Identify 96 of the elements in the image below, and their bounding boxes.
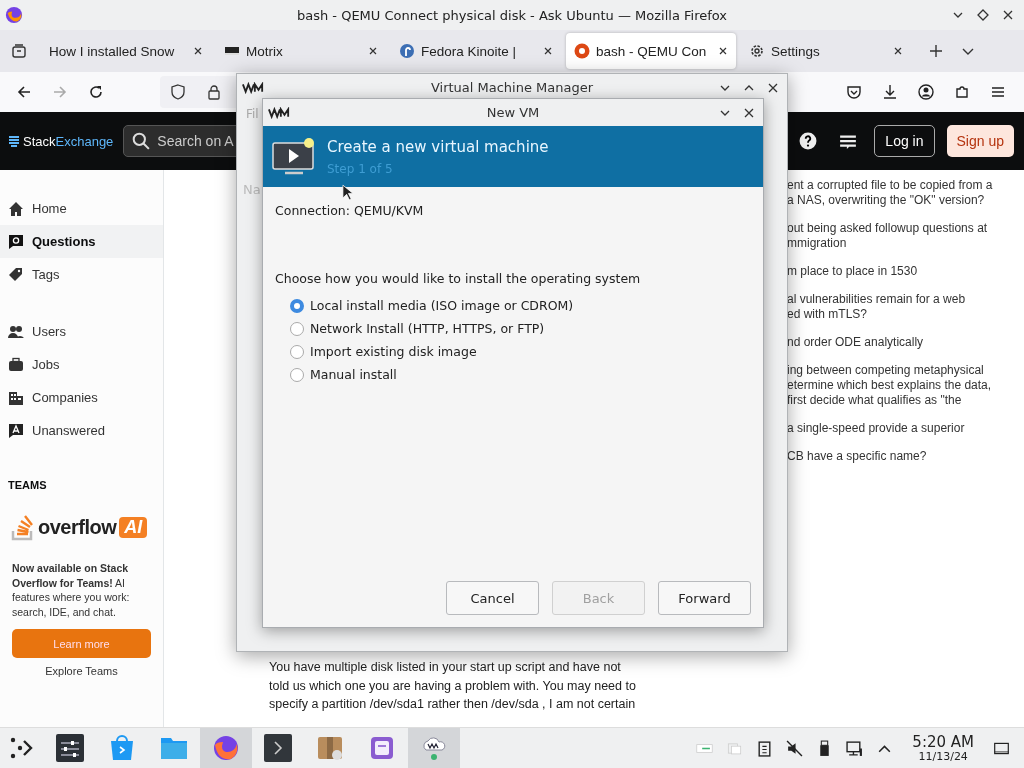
close-icon[interactable] (1002, 9, 1014, 21)
close-tab-icon[interactable] (368, 46, 378, 56)
vm-icon (420, 734, 448, 762)
hot-question-link[interactable]: ent a corrupted file to be copied from a a NAS, overwriting the "OK" version? (787, 178, 1012, 208)
browser-icon (212, 734, 240, 762)
briefcase-icon (8, 356, 24, 373)
hot-question-link[interactable]: al vulnerabilities remain for a web ed with mTLS? (787, 292, 1012, 322)
inbox-icon[interactable] (839, 132, 858, 150)
maximize-icon[interactable] (977, 9, 989, 21)
shield-icon[interactable] (170, 84, 186, 100)
sliders-icon (56, 734, 84, 762)
menu-icon[interactable] (990, 84, 1006, 100)
close-icon[interactable] (743, 106, 755, 119)
browser-tab[interactable]: bash - QEMU Con (566, 33, 736, 69)
dialog-button[interactable]: Forward (658, 581, 751, 615)
store-icon (108, 734, 136, 762)
ai-badge: AI (119, 516, 148, 538)
browser-tab[interactable]: Fedora Kinoite | (391, 33, 561, 69)
radio-option[interactable]: Manual install (290, 367, 397, 382)
pocket-icon[interactable] (846, 84, 862, 100)
back-icon[interactable] (16, 84, 32, 100)
browser-tab[interactable]: Motrix (216, 33, 386, 69)
package-icon (316, 734, 344, 762)
dialog-heading: Create a new virtual machine (327, 137, 549, 156)
stack-icon (8, 135, 20, 147)
settings-icon (749, 43, 765, 59)
dialog-button[interactable]: Cancel (446, 581, 539, 615)
vm-logo-icon (268, 106, 290, 119)
site-logo[interactable]: StackExchange (8, 133, 114, 149)
promo-text: Now available on Stack Overflow for Teams! AI features where you work: search, IDE, and chat. (12, 561, 131, 619)
hot-question-link[interactable]: m place to place in 1530 (787, 264, 1012, 279)
sidebar-item[interactable]: Tags (0, 258, 163, 291)
sidebar-item[interactable]: Jobs (0, 348, 163, 381)
dialog-title: New VM (486, 105, 540, 120)
answer-text: You have multiple disk listed in your start up script and have not told us which one you are having a problem with. You may need to specify a partition /dev/sda1 rather then /dev/sda , I am not certain (269, 659, 636, 713)
answer-icon (8, 422, 24, 439)
close-tab-icon[interactable] (193, 46, 203, 56)
home-icon (8, 200, 24, 217)
hot-question-link[interactable]: a single-speed provide a superior (787, 421, 1012, 436)
radio-button[interactable] (290, 367, 304, 382)
close-tab-icon[interactable] (893, 46, 903, 56)
account-icon[interactable] (918, 84, 934, 100)
download-icon[interactable] (882, 84, 898, 100)
monitor-play-icon (271, 136, 317, 177)
login-button[interactable]: Log in (874, 125, 935, 157)
close-tab-icon[interactable] (543, 46, 553, 56)
network-icon[interactable] (846, 739, 864, 757)
tab-list-icon[interactable] (11, 43, 27, 59)
browser-icon (5, 6, 23, 24)
questions-icon (8, 233, 24, 250)
tag-icon (8, 266, 24, 283)
stack-overflow-logo-icon (11, 513, 35, 541)
search-icon (132, 132, 151, 150)
radio-button[interactable] (290, 344, 304, 359)
sidebar-item[interactable]: Users (0, 315, 163, 348)
install-prompt: Choose how you would like to install the operating system (275, 271, 641, 286)
connection-label: Connection: QEMU/KVM (275, 203, 424, 218)
clock-date: 11/13/24 (918, 749, 968, 763)
radio-button[interactable] (290, 298, 304, 313)
lock-icon[interactable] (206, 84, 222, 100)
clipboard-icon[interactable] (756, 739, 774, 757)
users-icon (8, 323, 24, 340)
section-heading: TEAMS (8, 479, 48, 491)
explore-teams-link[interactable]: Explore Teams (45, 665, 118, 677)
signup-button[interactable]: Sign up (946, 125, 1014, 157)
overflow-wordmark: overflow (38, 515, 117, 539)
close-icon[interactable] (767, 81, 779, 94)
help-icon[interactable] (799, 132, 818, 150)
hot-question-link[interactable]: CB have a specific name? (787, 449, 1012, 464)
close-tab-icon[interactable] (718, 46, 728, 56)
hot-question-link[interactable]: out being asked followup questions at mmigration (787, 221, 1012, 251)
clock[interactable]: 5:20 AM 11/13/24 (912, 733, 974, 763)
hot-question-link[interactable]: nd order ODE analytically (787, 335, 1012, 350)
radio-button[interactable] (290, 321, 304, 336)
window-title: Virtual Machine Manager (430, 80, 594, 95)
notes-icon (368, 734, 396, 762)
vm-logo-icon (242, 81, 264, 94)
muted-speaker-icon[interactable] (786, 739, 804, 757)
new-tab-icon[interactable] (929, 44, 943, 58)
askubuntu-favicon-icon (574, 43, 590, 59)
window-title: bash - QEMU Connect physical disk - Ask Ubuntu — Mozilla Firefox (296, 7, 728, 23)
browser-tab[interactable]: How I installed Snow (41, 33, 211, 69)
browser-tab[interactable]: Settings (741, 33, 911, 69)
radio-option[interactable]: Network Install (HTTP, HTTPS, or FTP) (290, 321, 545, 336)
sidebar-item[interactable]: Home (0, 192, 163, 225)
reload-icon[interactable] (88, 84, 104, 100)
sidebar-item[interactable]: Unanswered (0, 414, 163, 447)
terminal-icon (264, 734, 292, 762)
sidebar-item[interactable]: Questions (0, 225, 163, 258)
radio-option[interactable]: Local install media (ISO image or CDROM) (290, 298, 574, 313)
radio-option[interactable]: Import existing disk image (290, 344, 477, 359)
buildings-icon (8, 389, 24, 406)
sidebar-item[interactable]: Companies (0, 381, 163, 414)
hot-question-link[interactable]: ing between competing metaphysical etermine which best explains the data, first decide what qualifies as "the (787, 363, 1012, 408)
fedora-favicon-icon (399, 43, 415, 59)
clock-time: 5:20 AM (912, 733, 974, 750)
